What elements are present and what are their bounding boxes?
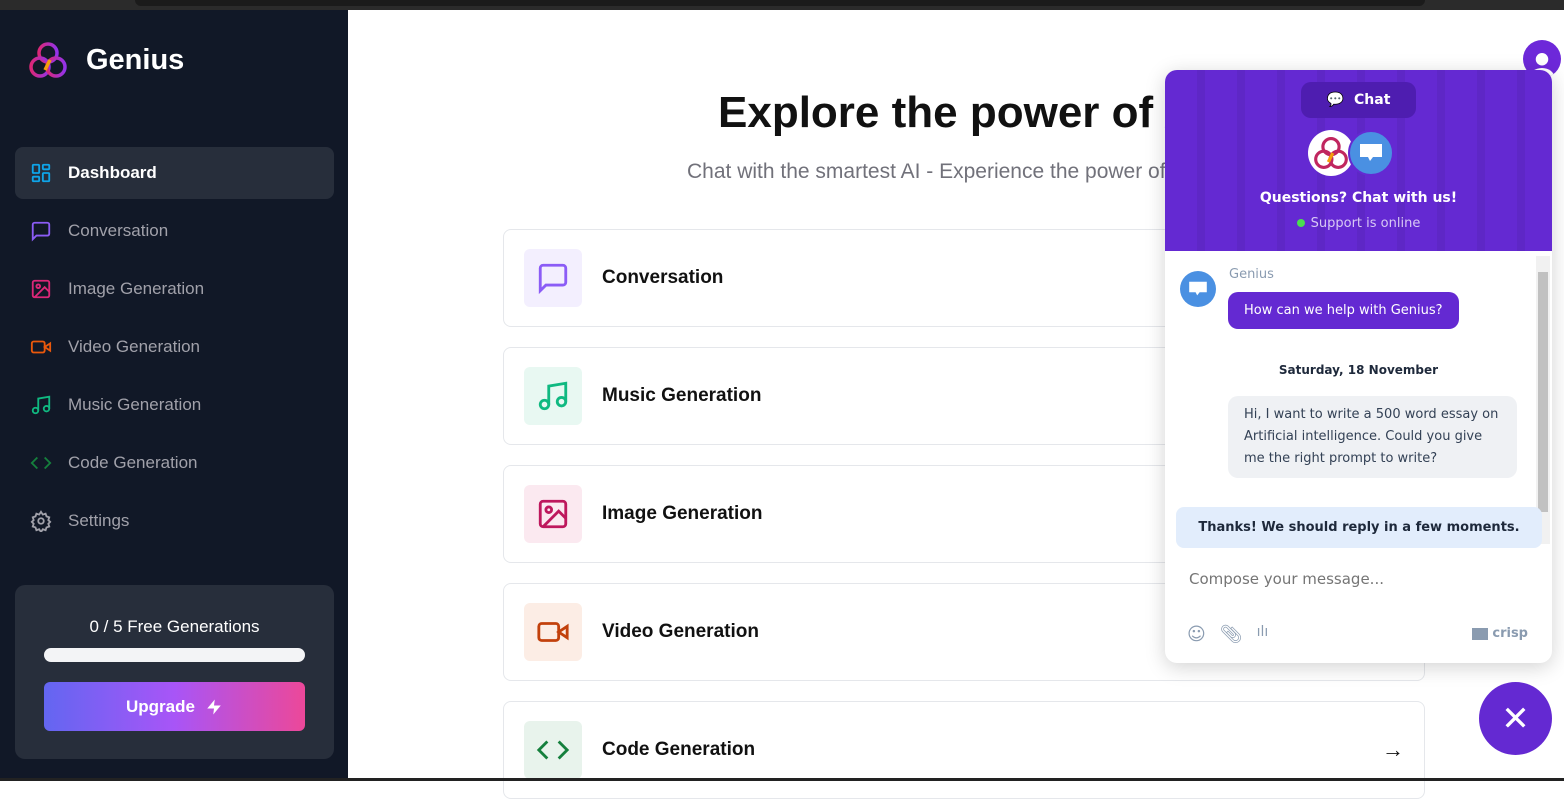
- audio-icon[interactable]: ılı: [1257, 624, 1269, 645]
- sidebar-item-label: Image Generation: [68, 279, 205, 298]
- sidebar-item-label: Settings: [68, 511, 130, 530]
- video-icon: [524, 603, 582, 661]
- code-icon: [30, 456, 52, 470]
- sidebar-item-code-generation[interactable]: Code Generation: [15, 437, 334, 489]
- sidebar-item-label: Dashboard: [68, 163, 157, 182]
- sidebar: Genius Dashboard Conversation Image Gene…: [0, 10, 348, 781]
- card-label: Code Generation: [602, 739, 756, 760]
- chat-heading: Questions? Chat with us!: [1259, 190, 1458, 206]
- online-dot-icon: [1296, 219, 1305, 227]
- date-separator: Saturday, 18 November: [1278, 363, 1439, 377]
- music-icon: [31, 395, 51, 415]
- sidebar-item-dashboard[interactable]: Dashboard: [15, 147, 334, 199]
- reply-notice: Thanks! We should reply in a few moments…: [1176, 507, 1542, 548]
- browser-bar: [0, 0, 1564, 10]
- sidebar-item-label: Music Generation: [68, 395, 202, 414]
- operator-name: Genius: [1229, 267, 1274, 282]
- crisp-logo-icon: [1472, 627, 1489, 640]
- generations-progress-bar: [44, 648, 305, 662]
- chat-bubbles-icon: 💬: [1326, 92, 1345, 108]
- support-status: Support is online: [1165, 216, 1552, 231]
- compose-input[interactable]: [1189, 570, 1519, 588]
- logo[interactable]: Genius: [28, 40, 184, 80]
- support-avatar: [1348, 130, 1394, 176]
- message-square-icon: [524, 249, 582, 307]
- card-label: Image Generation: [602, 503, 763, 524]
- status-text: Support is online: [1310, 216, 1421, 231]
- chat-tab[interactable]: 💬 Chat: [1301, 82, 1416, 118]
- message-square-icon: [31, 221, 51, 242]
- upgrade-label: Upgrade: [126, 696, 195, 716]
- sidebar-item-conversation[interactable]: Conversation: [15, 205, 334, 257]
- paperclip-icon[interactable]: 📎︎: [1220, 624, 1243, 645]
- upgrade-button[interactable]: Upgrade: [44, 682, 305, 731]
- card-label: Conversation: [602, 267, 724, 288]
- card-label: Video Generation: [602, 621, 759, 642]
- page-title: Explore the power of AI: [718, 88, 1208, 137]
- free-generations-box: 0 / 5 Free Generations Upgrade: [15, 585, 334, 759]
- sidebar-item-video-generation[interactable]: Video Generation: [15, 321, 334, 373]
- sidebar-item-music-generation[interactable]: Music Generation: [15, 379, 334, 431]
- sidebar-item-image-generation[interactable]: Image Generation: [15, 263, 334, 315]
- sidebar-item-label: Video Generation: [68, 337, 201, 356]
- sidebar-item-label: Conversation: [68, 221, 169, 240]
- image-icon: [524, 485, 582, 543]
- chat-widget: 💬 Chat Questions? Chat with us! Support i…: [1165, 70, 1552, 663]
- sidebar-item-label: Code Generation: [68, 453, 198, 472]
- code-icon: [524, 721, 582, 779]
- close-chat-button[interactable]: ✕: [1479, 682, 1552, 755]
- dashboard-icon: [31, 163, 51, 183]
- close-icon: ✕: [1501, 699, 1530, 738]
- gear-icon: [30, 510, 52, 532]
- tool-card-code[interactable]: Code Generation →: [503, 701, 1425, 799]
- crisp-label: crisp: [1492, 626, 1528, 641]
- card-label: Music Generation: [602, 385, 762, 406]
- operator-avatar: [1180, 271, 1216, 307]
- crisp-branding[interactable]: crisp: [1472, 626, 1528, 641]
- image-icon: [31, 279, 51, 299]
- chat-header: 💬 Chat Questions? Chat with us! Support i…: [1165, 70, 1552, 251]
- video-icon: [30, 340, 52, 354]
- arrow-right-icon: →: [1382, 737, 1404, 762]
- emoji-icon[interactable]: ☺: [1187, 624, 1206, 645]
- sidebar-nav: Dashboard Conversation Image Generation …: [15, 147, 334, 553]
- user-message: Hi, I want to write a 500 word essay on …: [1228, 396, 1517, 478]
- chat-tab-label: Chat: [1354, 92, 1391, 108]
- message-list: Genius How can we help with Genius? Satu…: [1165, 251, 1552, 551]
- sidebar-item-settings[interactable]: Settings: [15, 495, 334, 547]
- scrollbar[interactable]: [1536, 256, 1550, 544]
- music-icon: [524, 367, 582, 425]
- zap-icon: [207, 699, 221, 714]
- logo-icon: [29, 42, 67, 78]
- operator-message: How can we help with Genius?: [1228, 292, 1459, 329]
- brand-name: Genius: [86, 43, 185, 76]
- free-generations-text: 0 / 5 Free Generations: [89, 617, 260, 636]
- page-subtitle: Chat with the smartest AI - Experience t…: [687, 160, 1191, 183]
